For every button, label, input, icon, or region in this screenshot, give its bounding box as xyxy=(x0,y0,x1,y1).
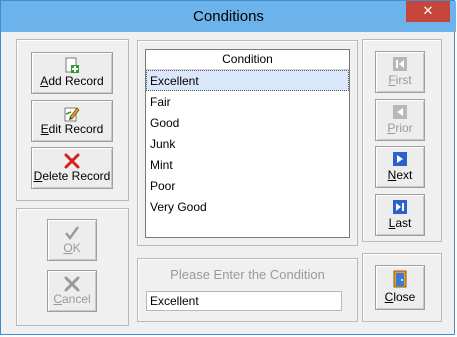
cancel-label: Cancel xyxy=(53,292,91,306)
list-item[interactable]: Good xyxy=(146,112,349,133)
prior-button[interactable]: Prior xyxy=(375,99,425,141)
ok-button[interactable]: OK xyxy=(47,219,97,261)
conditions-window: Conditions ✕ Add Record Edit Record Dele… xyxy=(0,0,456,335)
add-record-button[interactable]: Add Record xyxy=(31,52,113,94)
edit-record-label: Edit Record xyxy=(40,122,104,136)
delete-record-button[interactable]: Delete Record xyxy=(31,147,113,189)
entry-group: Please Enter the Condition Excellent xyxy=(137,258,358,322)
next-label: Next xyxy=(387,168,413,182)
delete-record-icon xyxy=(32,152,112,170)
checkmark-icon xyxy=(48,224,96,242)
last-label: Last xyxy=(388,216,412,230)
window-title: Conditions xyxy=(193,8,264,25)
last-record-icon xyxy=(376,199,424,217)
list-item[interactable]: Fair xyxy=(146,91,349,112)
first-label: First xyxy=(388,73,412,87)
window-close-button[interactable]: ✕ xyxy=(406,1,450,22)
next-record-icon xyxy=(376,151,424,169)
condition-input[interactable]: Excellent xyxy=(146,291,342,311)
list-item[interactable]: Excellent xyxy=(146,70,349,91)
close-label: Close xyxy=(384,290,416,304)
list-item[interactable]: Poor xyxy=(146,175,349,196)
list-column-header[interactable]: Condition xyxy=(146,50,349,70)
cancel-x-icon xyxy=(48,275,96,293)
edit-record-icon xyxy=(32,105,112,123)
next-button[interactable]: Next xyxy=(375,146,425,188)
prior-record-icon xyxy=(376,104,424,122)
list-item[interactable]: Mint xyxy=(146,154,349,175)
door-exit-icon xyxy=(376,270,424,288)
list-rows: Excellent Fair Good Junk Mint Poor Very … xyxy=(146,70,349,217)
first-record-icon xyxy=(376,56,424,74)
prior-label: Prior xyxy=(387,121,413,135)
ok-label: OK xyxy=(63,241,81,255)
add-record-label: Add Record xyxy=(40,74,104,88)
title-bar[interactable]: Conditions ✕ xyxy=(1,1,456,32)
last-button[interactable]: Last xyxy=(375,194,425,236)
close-button[interactable]: Close xyxy=(375,265,425,310)
list-item[interactable]: Very Good xyxy=(146,196,349,217)
list-item[interactable]: Junk xyxy=(146,133,349,154)
cancel-button[interactable]: Cancel xyxy=(47,270,97,312)
delete-record-label: Delete Record xyxy=(33,169,111,183)
edit-record-button[interactable]: Edit Record xyxy=(31,100,113,142)
conditions-list[interactable]: Condition Excellent Fair Good Junk Mint … xyxy=(145,49,350,238)
entry-prompt: Please Enter the Condition xyxy=(170,267,325,282)
add-record-icon xyxy=(32,57,112,75)
first-button[interactable]: First xyxy=(375,51,425,93)
